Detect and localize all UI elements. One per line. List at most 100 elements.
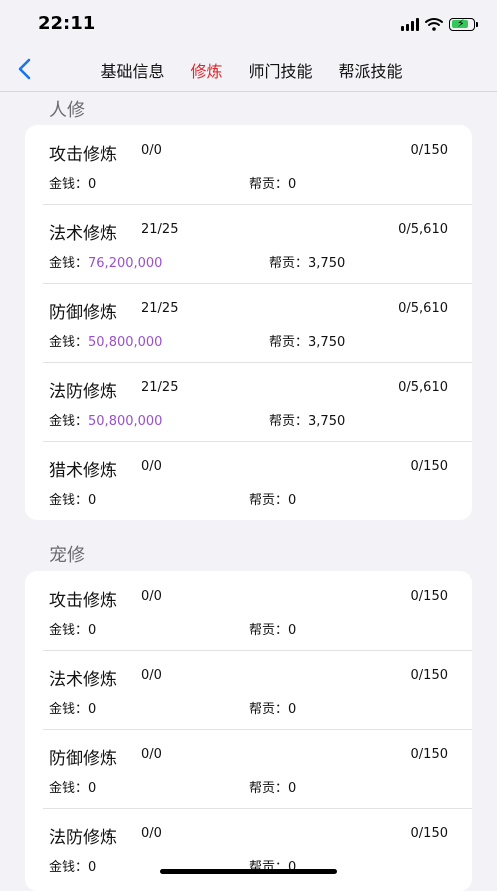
row-money: 金钱：0 [49,698,96,717]
row-contribution: 帮贡：3,750 [269,410,345,429]
contribution-value: 3,750 [308,414,346,429]
row-contribution: 帮贡：0 [249,489,296,508]
row-money: 金钱：0 [49,777,96,796]
cultivation-row[interactable]: 攻击修炼 0/0 0/150 金钱：0 帮贡：0 [25,571,472,650]
contribution-label: 帮贡： [269,256,309,271]
money-label: 金钱： [49,493,89,508]
row-progress: 0/5,610 [398,222,448,237]
section-title-human: 人修 [49,100,85,121]
money-value: 0 [88,860,97,875]
money-value: 0 [88,493,97,508]
money-value: 50,800,000 [88,414,163,429]
contribution-value: 0 [288,702,297,717]
row-level: 0/0 [141,143,162,158]
row-level: 21/25 [141,380,179,395]
contribution-label: 帮贡： [249,623,289,638]
row-contribution: 帮贡：3,750 [269,331,345,350]
row-level: 0/0 [141,589,162,604]
status-icons: ⚡ [401,15,478,33]
contribution-value: 3,750 [308,256,346,271]
row-contribution: 帮贡：0 [249,619,296,638]
row-level: 0/0 [141,747,162,762]
tab-cultivation[interactable]: 修炼 [177,58,235,82]
row-money: 金钱：76,200,000 [49,252,162,271]
contribution-value: 0 [288,781,297,796]
tab-sect-skills[interactable]: 师门技能 [236,58,326,82]
row-level: 21/25 [141,301,179,316]
contribution-value: 0 [288,493,297,508]
section-card-pet: 攻击修炼 0/0 0/150 金钱：0 帮贡：0 法术修炼 0/0 0/150 … [25,571,472,891]
row-money: 金钱：0 [49,619,96,638]
money-label: 金钱： [49,781,89,796]
status-bar: 22:11 ⚡ [0,0,497,48]
row-money: 金钱：0 [49,489,96,508]
money-label: 金钱： [49,177,89,192]
money-value: 0 [88,702,97,717]
contribution-value: 0 [288,177,297,192]
section-card-human: 攻击修炼 0/0 0/150 金钱：0 帮贡：0 法术修炼 21/25 0/5,… [25,125,472,520]
contribution-label: 帮贡： [249,177,289,192]
row-progress: 0/150 [410,826,448,841]
home-indicator[interactable] [160,869,337,874]
row-name: 猎术修炼 [49,461,117,481]
money-label: 金钱： [49,414,89,429]
row-name: 法术修炼 [49,224,117,244]
money-label: 金钱： [49,860,89,875]
contribution-label: 帮贡： [249,702,289,717]
tab-basic-info[interactable]: 基础信息 [87,58,177,82]
money-value: 0 [88,781,97,796]
row-progress: 0/150 [410,668,448,683]
cultivation-row[interactable]: 防御修炼 0/0 0/150 金钱：0 帮贡：0 [25,729,472,808]
wifi-icon [425,18,443,31]
cultivation-row[interactable]: 法防修炼 21/25 0/5,610 金钱：50,800,000 帮贡：3,75… [25,362,472,441]
row-money: 金钱：0 [49,856,96,875]
row-name: 防御修炼 [49,303,117,323]
row-name: 攻击修炼 [49,591,117,611]
row-level: 0/0 [141,459,162,474]
money-value: 0 [88,623,97,638]
money-label: 金钱： [49,256,89,271]
contribution-label: 帮贡： [269,414,309,429]
contribution-label: 帮贡： [249,781,289,796]
cellular-signal-icon [401,17,419,31]
money-label: 金钱： [49,623,89,638]
row-contribution: 帮贡：3,750 [269,252,345,271]
row-money: 金钱：50,800,000 [49,331,162,350]
contribution-label: 帮贡： [269,335,309,350]
money-label: 金钱： [49,702,89,717]
row-contribution: 帮贡：0 [249,777,296,796]
row-name: 攻击修炼 [49,145,117,165]
row-progress: 0/150 [410,589,448,604]
money-value: 0 [88,177,97,192]
row-name: 防御修炼 [49,749,117,769]
row-level: 0/0 [141,668,162,683]
money-label: 金钱： [49,335,89,350]
row-money: 金钱：0 [49,173,96,192]
cultivation-row[interactable]: 攻击修炼 0/0 0/150 金钱：0 帮贡：0 [25,125,472,204]
cultivation-row[interactable]: 防御修炼 21/25 0/5,610 金钱：50,800,000 帮贡：3,75… [25,283,472,362]
nav-bar: 基础信息 修炼 师门技能 帮派技能 [0,48,497,92]
status-time: 22:11 [38,13,96,34]
row-progress: 0/5,610 [398,380,448,395]
cultivation-row[interactable]: 法术修炼 21/25 0/5,610 金钱：76,200,000 帮贡：3,75… [25,204,472,283]
tab-bar: 基础信息 修炼 师门技能 帮派技能 [0,48,497,91]
row-progress: 0/150 [410,143,448,158]
tab-guild-skills[interactable]: 帮派技能 [326,58,416,82]
contribution-label: 帮贡： [249,493,289,508]
money-value: 50,800,000 [88,335,163,350]
row-name: 法术修炼 [49,670,117,690]
section-title-pet: 宠修 [49,545,85,566]
row-name: 法防修炼 [49,828,117,848]
row-progress: 0/150 [410,459,448,474]
cultivation-row[interactable]: 猎术修炼 0/0 0/150 金钱：0 帮贡：0 [25,441,472,520]
cultivation-row[interactable]: 法术修炼 0/0 0/150 金钱：0 帮贡：0 [25,650,472,729]
row-contribution: 帮贡：0 [249,173,296,192]
row-contribution: 帮贡：0 [249,698,296,717]
battery-charging-icon: ⚡ [449,17,478,31]
row-level: 0/0 [141,826,162,841]
row-progress: 0/150 [410,747,448,762]
contribution-value: 3,750 [308,335,346,350]
row-name: 法防修炼 [49,382,117,402]
cultivation-row[interactable]: 法防修炼 0/0 0/150 金钱：0 帮贡：0 [25,808,472,887]
row-progress: 0/5,610 [398,301,448,316]
